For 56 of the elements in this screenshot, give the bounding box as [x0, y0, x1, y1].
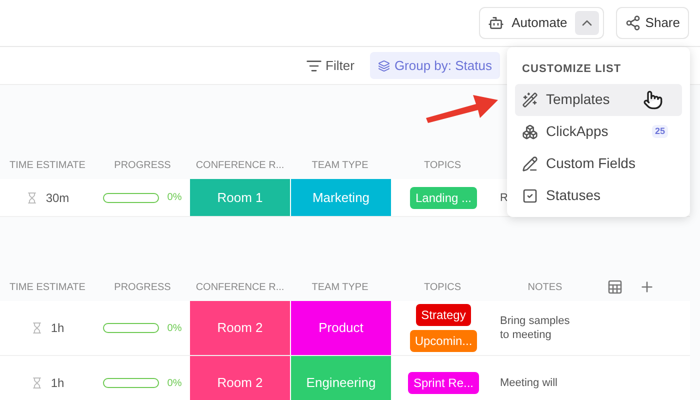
hand-cursor-icon	[643, 90, 663, 110]
magic-wand-icon	[522, 92, 538, 108]
notes-text: Bring samples to meeting	[500, 314, 571, 342]
column-header: TOPICS	[424, 282, 462, 292]
filter-button[interactable]: Filter	[298, 52, 362, 80]
column-header: CONFERENCE R...	[196, 282, 284, 292]
topic-tag: Landing ...	[410, 186, 477, 208]
time-estimate: 1h	[50, 375, 64, 392]
group-by-button[interactable]: Group by: Status	[370, 52, 500, 80]
menu-item[interactable]: Custom Fields	[515, 148, 682, 180]
room-cell: Room 1	[190, 179, 290, 216]
edit-icon	[522, 156, 538, 172]
notes-text: Meeting will	[500, 376, 558, 390]
room-cell: Room 2	[190, 301, 290, 355]
column-header: TEAM TYPE	[312, 160, 368, 170]
column-header: TOPICS	[424, 160, 462, 170]
team-cell: Marketing	[291, 179, 391, 216]
room-cell: Room 2	[190, 356, 290, 400]
share-button[interactable]: Share	[616, 7, 689, 39]
menu-item[interactable]: Statuses	[515, 180, 682, 212]
topic-tag: Upcomin...	[410, 330, 478, 352]
time-estimate: 30m	[46, 190, 70, 206]
count-badge: 25	[652, 124, 668, 138]
expand-toggle[interactable]	[575, 11, 600, 35]
menu-item[interactable]: Templates	[515, 84, 682, 116]
menu-item[interactable]: ClickApps 25	[515, 116, 682, 148]
stack-icon	[522, 124, 538, 140]
column-header: CONFERENCE R...	[196, 160, 284, 170]
team-cell: Engineering	[291, 356, 391, 400]
column-header: PROGRESS	[114, 282, 171, 292]
hourglass-icon	[30, 322, 43, 334]
automate-label: Automate	[512, 14, 568, 32]
progress-reading: 0%	[167, 322, 182, 336]
share-icon	[625, 15, 642, 31]
hourglass-icon	[26, 192, 38, 204]
add-icon[interactable]	[639, 279, 655, 295]
progress-reading: 0%	[167, 191, 182, 205]
team-cell: Product	[291, 301, 391, 355]
automate-button[interactable]: Automate	[478, 7, 604, 39]
column-header: TEAM TYPE	[312, 282, 368, 292]
column-header: PROGRESS	[114, 160, 171, 170]
topic-tag: Strategy	[416, 304, 471, 326]
checkbox-icon	[522, 188, 538, 204]
menu-title: CUSTOMIZE LIST	[521, 62, 622, 77]
column-header: TIME ESTIMATE	[10, 160, 86, 170]
hourglass-icon	[30, 377, 43, 389]
filter-icon	[306, 58, 322, 74]
progress-reading: 0%	[167, 376, 182, 390]
column-header: NOTES	[528, 282, 562, 292]
layers-icon	[378, 60, 390, 72]
notes-text: R	[500, 190, 508, 204]
topic-tag: Sprint Re...	[408, 372, 479, 394]
table-icon[interactable]	[607, 279, 623, 295]
time-estimate: 1h	[50, 320, 64, 337]
column-header: TIME ESTIMATE	[10, 282, 86, 292]
robot-icon	[488, 15, 504, 31]
